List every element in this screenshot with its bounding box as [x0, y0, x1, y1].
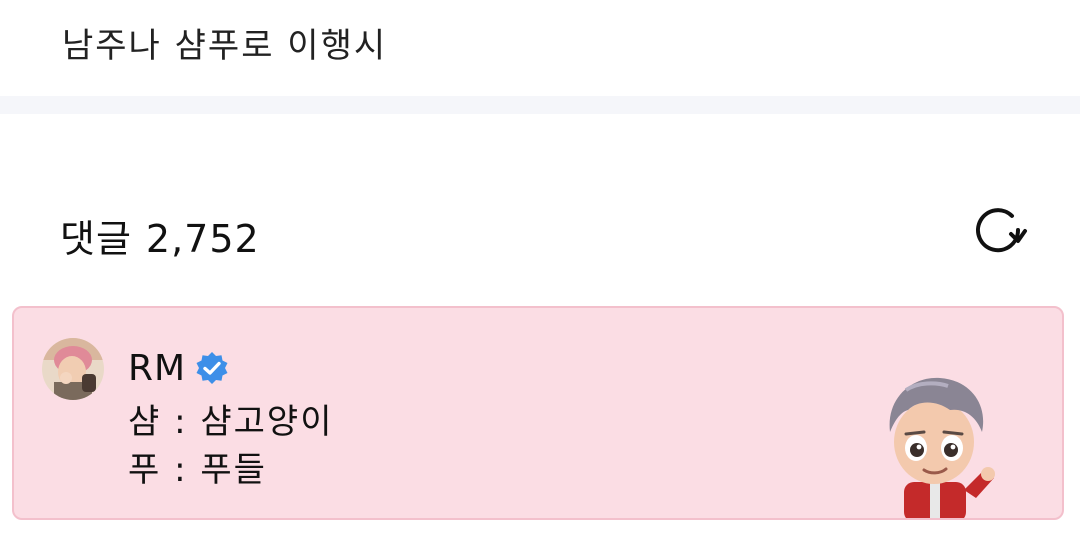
- comment-body: 샴 : 샴고양이 푸 : 푸들: [128, 398, 333, 494]
- comments-title: 댓글 2,752: [60, 208, 260, 263]
- comments-header: 댓글 2,752: [60, 200, 1030, 263]
- author-avatar[interactable]: [42, 338, 104, 400]
- refresh-icon: [976, 208, 1027, 253]
- refresh-button[interactable]: [966, 200, 1030, 260]
- author-row: RM: [128, 346, 230, 390]
- comment-line: 푸 : 푸들: [128, 450, 267, 490]
- character-sticker: [889, 377, 995, 518]
- verified-badge-icon: [196, 352, 228, 384]
- section-divider: [0, 96, 1080, 114]
- comments-label: 댓글: [60, 217, 132, 261]
- post-title: 남주나 샴푸로 이행시: [62, 26, 388, 66]
- pinned-comment-card: RM 샴 : 샴고양이 푸 : 푸들: [12, 306, 1064, 520]
- comments-count: 2,752: [145, 217, 260, 261]
- author-name[interactable]: RM: [128, 348, 186, 389]
- comment-line: 샴 : 샴고양이: [128, 402, 334, 442]
